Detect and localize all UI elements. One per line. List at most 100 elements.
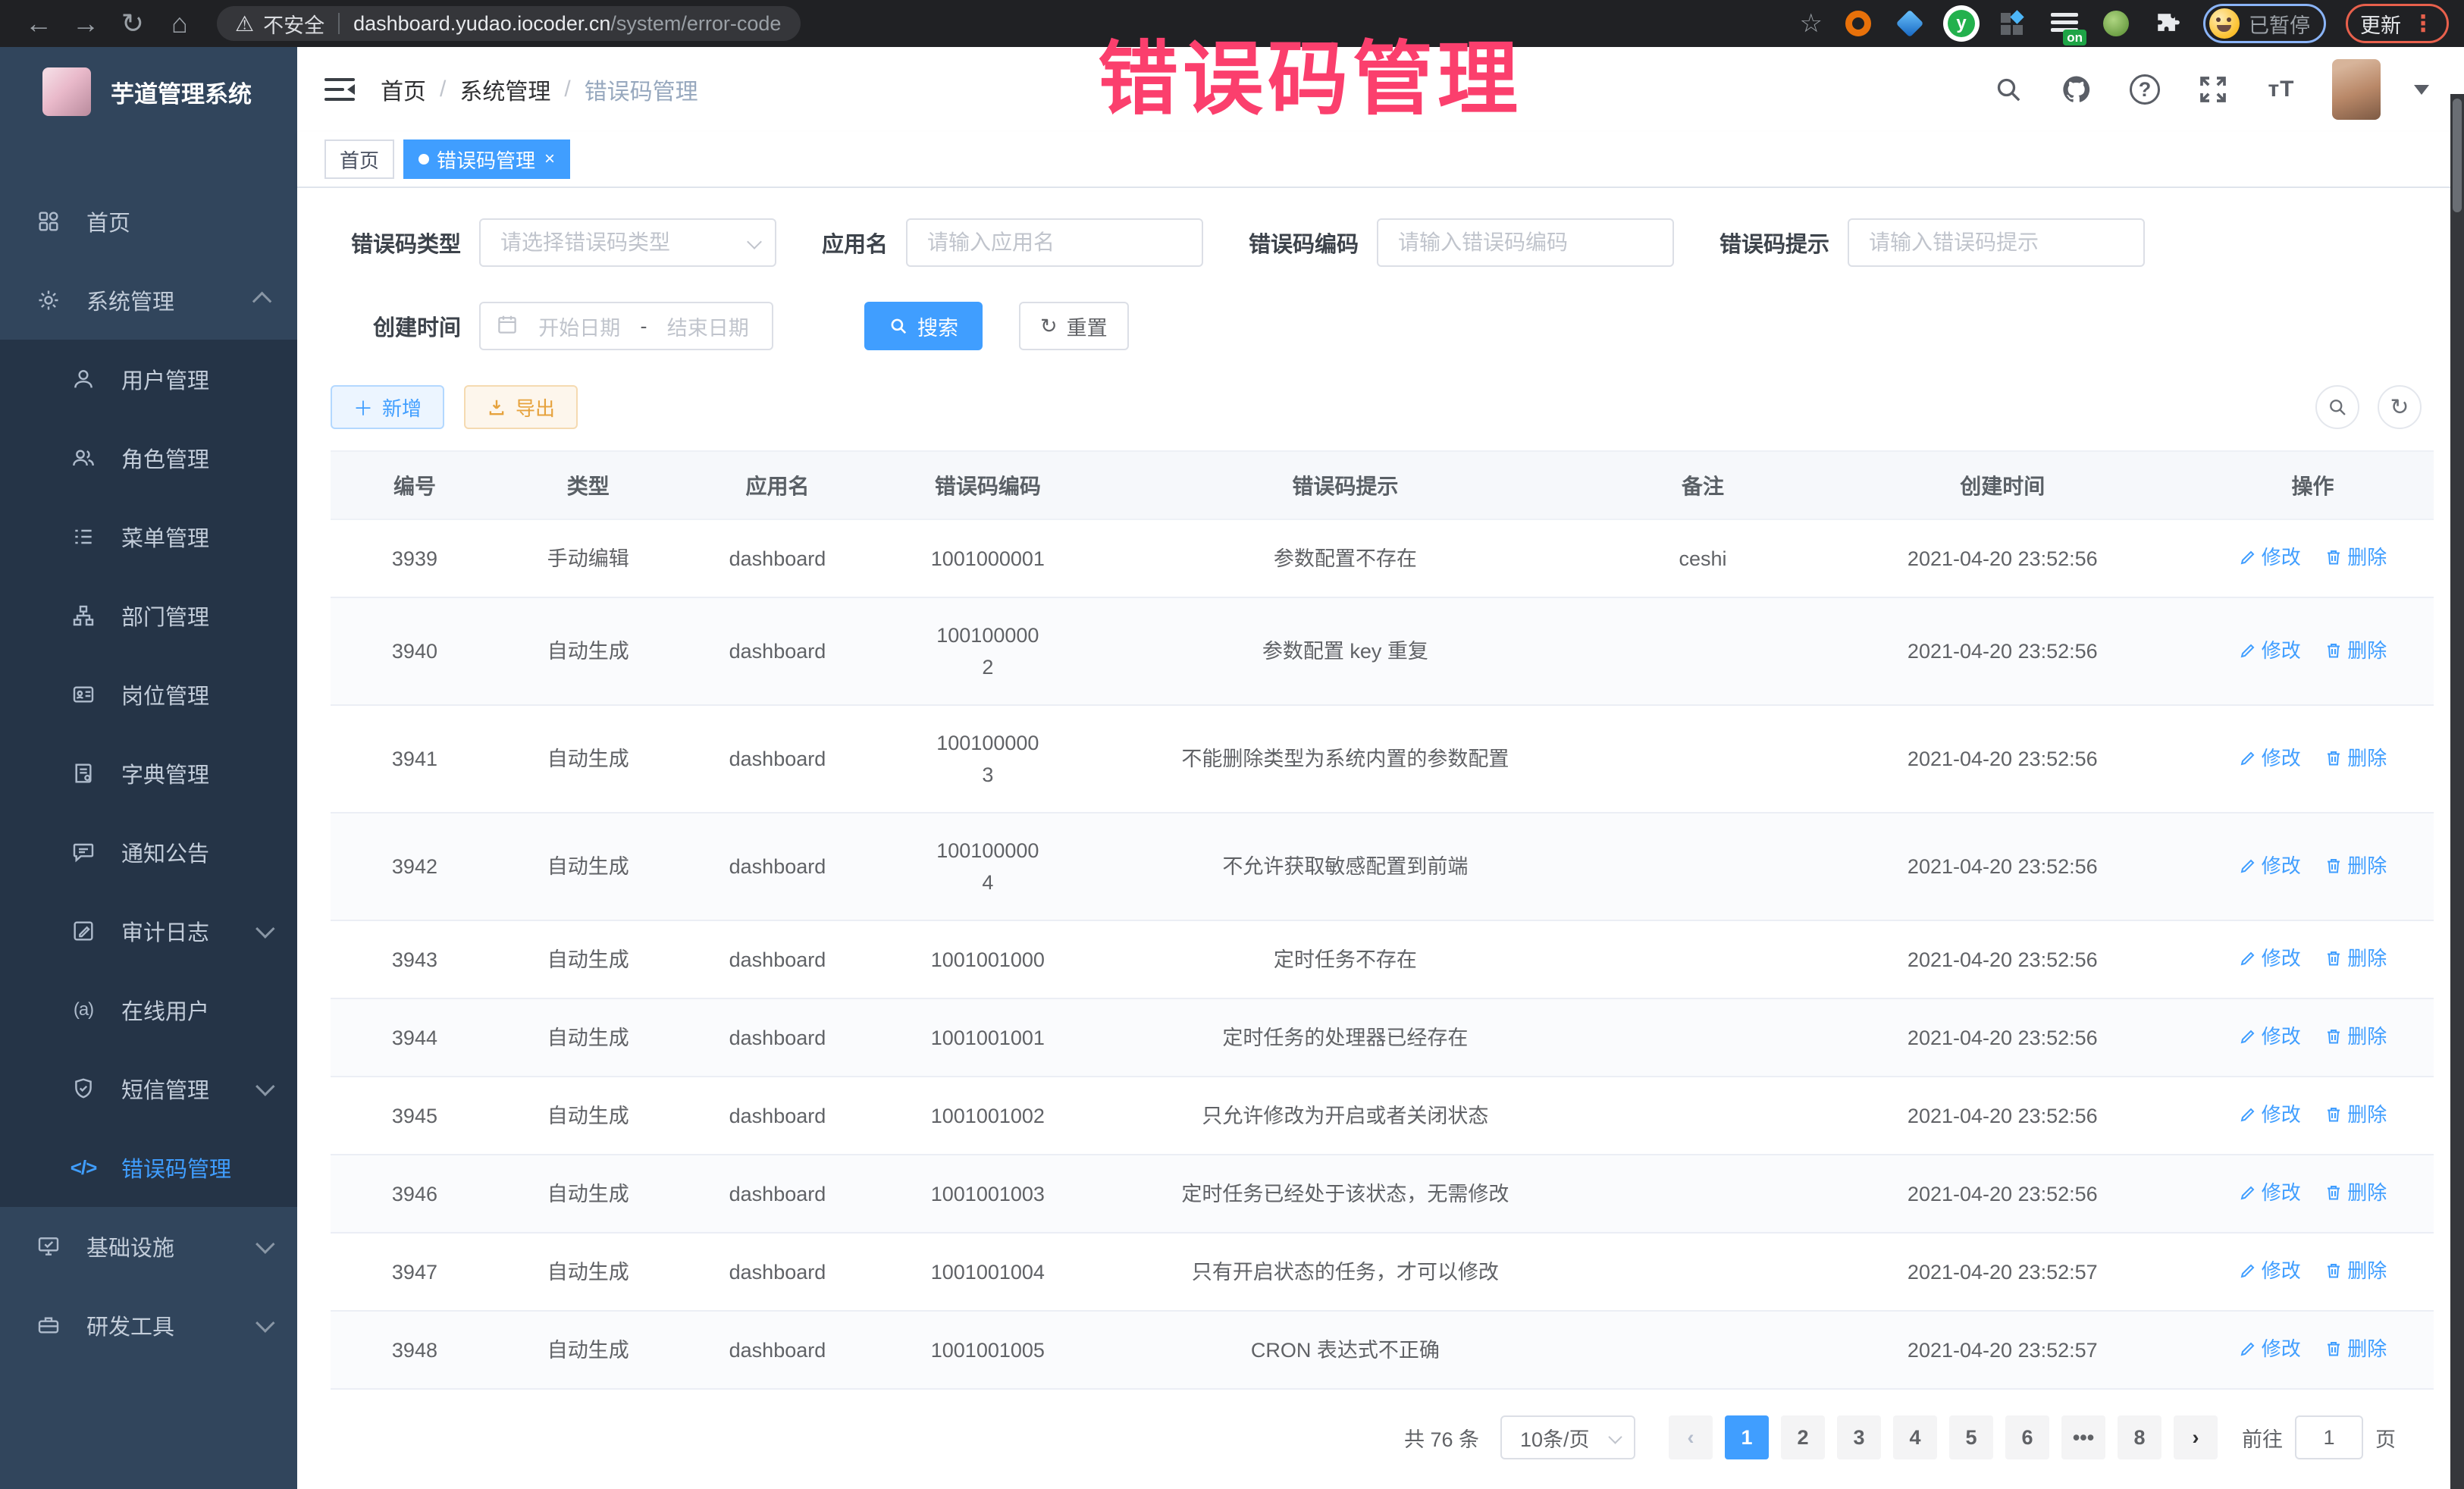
- date-range-picker[interactable]: 开始日期 - 结束日期: [479, 302, 773, 350]
- search-button[interactable]: 搜索: [864, 302, 983, 350]
- edit-link[interactable]: 修改: [2239, 1020, 2301, 1052]
- next-page-button[interactable]: ›: [2174, 1415, 2218, 1459]
- bookmark-star-icon[interactable]: ☆: [1800, 8, 1823, 39]
- edit-link[interactable]: 修改: [2239, 1099, 2301, 1130]
- sidebar: 芋道管理系统 首页 系统管理: [0, 47, 297, 1489]
- reset-button[interactable]: ↻ 重置: [1019, 302, 1129, 350]
- cell-msg: 参数配置 key 重复: [1262, 640, 1428, 663]
- edit-link[interactable]: 修改: [2239, 541, 2301, 573]
- forward-icon[interactable]: →: [62, 1, 109, 46]
- cell-time: 2021-04-20 23:52:56: [1908, 948, 2098, 971]
- close-tab-icon[interactable]: ×: [544, 149, 555, 170]
- address-bar[interactable]: ⚠ 不安全 dashboard.yudao.iocoder.cn/system/…: [217, 6, 801, 41]
- goto-page-input[interactable]: [2295, 1415, 2363, 1459]
- delete-link[interactable]: 删除: [2324, 635, 2387, 666]
- breadcrumb-system[interactable]: 系统管理: [459, 73, 550, 106]
- page-size-select[interactable]: 10条/页: [1500, 1415, 1635, 1459]
- edit-link[interactable]: 修改: [2239, 942, 2301, 974]
- app-name-input[interactable]: [906, 218, 1203, 267]
- help-icon[interactable]: ?: [2127, 72, 2162, 107]
- sidebar-item-infrastructure[interactable]: 基础设施: [0, 1207, 297, 1286]
- error-type-select[interactable]: [479, 218, 776, 267]
- delete-link[interactable]: 删除: [2324, 942, 2387, 974]
- page-button[interactable]: 1: [1725, 1415, 1769, 1459]
- delete-link[interactable]: 删除: [2324, 541, 2387, 573]
- collapse-sidebar-icon[interactable]: [324, 77, 355, 102]
- kebab-menu-icon[interactable]: ⋮: [2412, 11, 2434, 37]
- browser-update-button[interactable]: 更新 ⋮: [2346, 4, 2449, 43]
- sidebar-item-error-code[interactable]: </> 错误码管理: [0, 1128, 297, 1207]
- sidebar-item-posts[interactable]: 岗位管理: [0, 655, 297, 734]
- github-icon[interactable]: [2059, 72, 2094, 107]
- sidebar-item-notices[interactable]: 通知公告: [0, 813, 297, 892]
- chevron-down-icon: [255, 1313, 274, 1332]
- extension-cam-icon[interactable]: [2100, 8, 2132, 39]
- show-search-button[interactable]: [2315, 385, 2359, 429]
- edit-link[interactable]: 修改: [2239, 850, 2301, 882]
- avatar[interactable]: [2332, 59, 2381, 120]
- edit-link[interactable]: 修改: [2239, 1255, 2301, 1287]
- search-icon[interactable]: [1991, 72, 2026, 107]
- sidebar-item-roles[interactable]: 角色管理: [0, 418, 297, 497]
- edit-link[interactable]: 修改: [2239, 1333, 2301, 1365]
- tab-error-code[interactable]: 错误码管理 ×: [403, 139, 570, 179]
- sidebar-item-devtools[interactable]: 研发工具: [0, 1286, 297, 1365]
- extension-gem-icon[interactable]: [1894, 8, 1926, 39]
- breadcrumb-home[interactable]: 首页: [381, 73, 426, 106]
- home-icon[interactable]: ⌂: [156, 1, 203, 46]
- fullscreen-icon[interactable]: [2196, 72, 2230, 107]
- page-button[interactable]: 3: [1837, 1415, 1881, 1459]
- profile-paused-pill[interactable]: 已暂停: [2203, 4, 2326, 43]
- delete-link[interactable]: 删除: [2324, 1177, 2387, 1208]
- font-size-icon[interactable]: ᴛT: [2264, 72, 2299, 107]
- sidebar-item-users[interactable]: 用户管理: [0, 340, 297, 418]
- sidebar-item-home[interactable]: 首页: [0, 182, 297, 261]
- sidebar-item-online-users[interactable]: (a) 在线用户: [0, 970, 297, 1049]
- back-icon[interactable]: ←: [15, 1, 62, 46]
- cell-type: 自动生成: [547, 1339, 629, 1362]
- delete-link[interactable]: 删除: [2324, 1099, 2387, 1130]
- add-button[interactable]: ＋ 新增: [331, 385, 444, 429]
- col-time: 创建时间: [1814, 451, 2192, 519]
- delete-link[interactable]: 删除: [2324, 1333, 2387, 1365]
- sidebar-item-sms[interactable]: 短信管理: [0, 1049, 297, 1128]
- export-button[interactable]: 导出: [464, 385, 578, 429]
- page-button[interactable]: 8: [2118, 1415, 2161, 1459]
- avatar-caret-icon[interactable]: [2414, 85, 2429, 102]
- sidebar-item-departments[interactable]: 部门管理: [0, 576, 297, 655]
- page-button[interactable]: 6: [2005, 1415, 2049, 1459]
- extension-grid-icon[interactable]: [1997, 8, 2029, 39]
- page-button[interactable]: 4: [1893, 1415, 1937, 1459]
- audit-log-icon: [68, 919, 99, 943]
- delete-link[interactable]: 删除: [2324, 1255, 2387, 1287]
- extension-orange-icon[interactable]: [1842, 8, 1874, 39]
- col-ops: 操作: [2192, 451, 2434, 519]
- delete-link[interactable]: 删除: [2324, 850, 2387, 882]
- prev-page-button[interactable]: ‹: [1669, 1415, 1713, 1459]
- delete-link[interactable]: 删除: [2324, 742, 2387, 774]
- error-hint-input[interactable]: [1848, 218, 2145, 267]
- window-scrollbar[interactable]: [2450, 94, 2464, 1489]
- cell-app: dashboard: [729, 748, 826, 770]
- edit-link[interactable]: 修改: [2239, 742, 2301, 774]
- error-code-input[interactable]: [1377, 218, 1674, 267]
- extension-list-icon[interactable]: on: [2049, 8, 2080, 39]
- page-button[interactable]: 2: [1781, 1415, 1825, 1459]
- edit-link[interactable]: 修改: [2239, 635, 2301, 666]
- edit-link[interactable]: 修改: [2239, 1177, 2301, 1208]
- tab-home[interactable]: 首页: [324, 139, 394, 179]
- extension-y-icon[interactable]: y: [1945, 8, 1977, 39]
- sidebar-item-system[interactable]: 系统管理: [0, 261, 297, 340]
- sidebar-item-dictionary[interactable]: 字典管理: [0, 734, 297, 813]
- refresh-table-button[interactable]: ↻: [2378, 385, 2422, 429]
- reload-icon[interactable]: ↻: [109, 1, 156, 46]
- delete-link[interactable]: 删除: [2324, 1020, 2387, 1052]
- page-button[interactable]: 5: [1949, 1415, 1993, 1459]
- code-icon: </>: [68, 1156, 99, 1180]
- page-ellipsis[interactable]: •••: [2061, 1415, 2105, 1459]
- chevron-up-icon: [252, 292, 271, 311]
- sidebar-item-menus[interactable]: 菜单管理: [0, 497, 297, 576]
- chevron-down-icon: [255, 1077, 274, 1096]
- sidebar-item-audit-log[interactable]: 审计日志: [0, 892, 297, 970]
- extensions-puzzle-icon[interactable]: [2152, 8, 2183, 39]
